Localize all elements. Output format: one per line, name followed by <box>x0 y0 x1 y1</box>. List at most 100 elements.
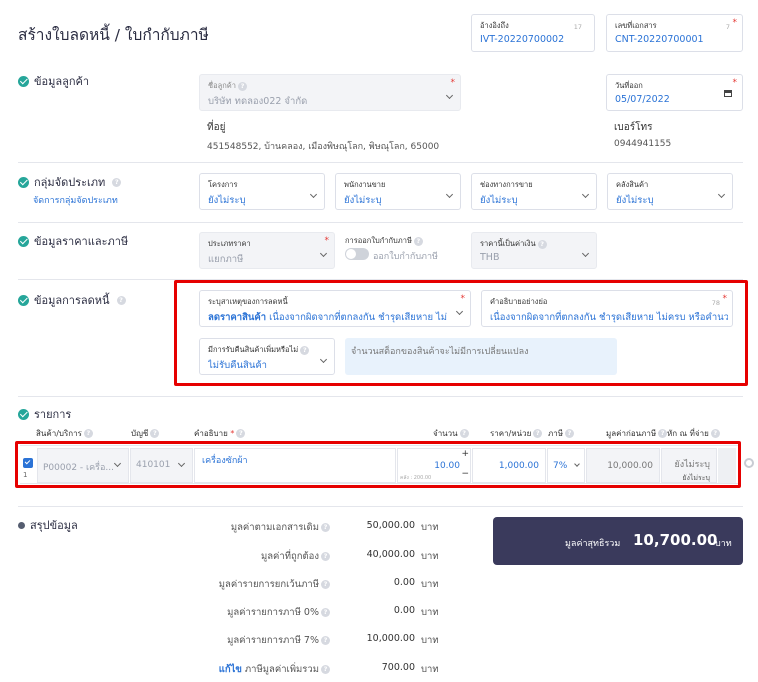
salesperson-select[interactable]: พนักงานขาย ยังไม่ระบุ <box>335 173 461 210</box>
summary-exempt-text: มูลค่ารายการยกเว้นภาษี <box>218 579 319 590</box>
help-icon: ? <box>83 429 93 438</box>
manage-group-link[interactable]: จัดการกลุ่มจัดประเภท <box>33 193 118 207</box>
credit-reason-label: ระบุสาเหตุของการลดหนี้ <box>208 297 288 306</box>
summary-vat-value: 700.00 <box>381 662 415 673</box>
col-qty-label: จำนวน <box>433 429 458 438</box>
stock-remaining: คลัง : 200.00 <box>400 475 432 481</box>
sales-channel-select[interactable]: ช่องทางการขาย ยังไม่ระบุ <box>471 173 597 210</box>
withholding-select[interactable]: ยังไม่ระบุ ยังไม่ระบุ <box>661 448 717 483</box>
summary-exempt-value: 0.00 <box>393 577 415 588</box>
warehouse-select[interactable]: คลังสินค้า ยังไม่ระบุ <box>607 173 733 210</box>
chevron-down-icon <box>319 249 328 258</box>
account-value: 410101 <box>136 460 171 470</box>
summary-correct-text: มูลค่าที่ถูกต้อง <box>260 551 319 562</box>
product-select[interactable]: P00002 - เครื่อ... <box>37 448 129 483</box>
chevron-down-icon <box>445 190 454 199</box>
warehouse-value: ยังไม่ระบุ <box>616 195 654 206</box>
chevron-down-icon <box>445 91 454 100</box>
summary-seven-tax-unit: บาท <box>421 635 439 646</box>
return-goods-select[interactable]: มีการรับคืนสินค้าเพิ่มหรือไม่? ไม่รับคืน… <box>199 338 335 375</box>
chevron-down-icon <box>319 355 328 364</box>
currency-select[interactable]: ราคานี้เป็นค่าเงิน? THB <box>471 232 597 269</box>
group-section-title: กลุ่มจัดประเภท ? <box>18 173 122 191</box>
help-icon: ? <box>321 552 330 561</box>
product-value: P00002 - เครื่อ... <box>43 463 114 473</box>
col-tax: ภาษี? <box>548 427 575 440</box>
items-section-title: รายการ <box>18 405 71 423</box>
reference-field[interactable]: อ้างอิงถึง 17 IVT-20220700002 <box>471 14 595 52</box>
credit-section-title: ข้อมูลการลดหนี้ ? <box>18 291 126 309</box>
help-icon: ? <box>413 236 423 246</box>
chevron-down-icon <box>113 459 122 468</box>
return-goods-label-text: มีการรับคืนสินค้าเพิ่มหรือไม่ <box>208 345 299 354</box>
net-total-label: มูลค่าสุทธิรวม <box>565 539 621 549</box>
customer-section-label: ข้อมูลลูกค้า <box>34 75 90 88</box>
settings-icon[interactable] <box>744 458 754 468</box>
tax-invoice-toggle-label: ออกใบกำกับภาษี <box>373 252 438 262</box>
help-icon: ? <box>321 608 330 617</box>
summary-seven-tax-value: 10,000.00 <box>366 633 415 644</box>
summary-section-label: สรุปข้อมูล <box>30 519 78 532</box>
row-actions[interactable] <box>718 448 736 483</box>
unit-price-input[interactable]: 1,000.00 <box>472 448 546 483</box>
decrement-icon[interactable]: − <box>461 469 469 479</box>
tax-invoice-toggle[interactable] <box>345 248 369 260</box>
summary-section-title: สรุปข้อมูล <box>18 516 78 534</box>
price-type-label: ประเภทราคา <box>208 238 251 250</box>
credit-reason-bold: ลดราคาสินค้า <box>208 312 267 323</box>
help-icon: ? <box>116 295 126 305</box>
reference-value: IVT-20220700002 <box>480 34 565 45</box>
customer-name-label: ชื่อลูกค้า? <box>208 80 247 92</box>
credit-reason-text: เนื่องจากผิดจากที่ตกลงกัน ชำรุดเสียหาย ไ… <box>269 312 448 323</box>
summary-vat-label: แก้ไข ภาษีมูลค่าเพิ่มรวม? <box>219 662 330 677</box>
price-type-select[interactable]: ประเภทราคา * แยกภาษี <box>199 232 335 269</box>
col-pre-tax: มูลค่าก่อนภาษี? <box>606 427 668 440</box>
group-section-label: กลุ่มจัดประเภท <box>34 176 106 189</box>
document-number-value: CNT-20220700001 <box>615 34 704 45</box>
help-icon: ? <box>658 429 668 438</box>
increment-icon[interactable]: + <box>461 449 469 459</box>
quantity-stepper[interactable]: 10.00 คลัง : 200.00 + − <box>397 448 471 483</box>
divider <box>18 162 743 163</box>
issue-date-field[interactable]: วันที่ออก * 05/07/2022 <box>606 74 743 111</box>
customer-name-value: บริษัท ทดลอง022 จำกัด <box>208 96 308 107</box>
project-select[interactable]: โครงการ ยังไม่ระบุ <box>199 173 325 210</box>
toggle-knob <box>346 249 356 259</box>
row-index: 1 <box>23 471 28 479</box>
credit-section-label: ข้อมูลการลดหนี้ <box>34 294 110 307</box>
col-product-label: สินค้า/บริการ <box>36 429 82 438</box>
phone-value: 0944941155 <box>614 139 672 149</box>
document-number-field[interactable]: เลขที่เอกสาร * 7 CNT-20220700001 <box>606 14 743 52</box>
row-checkbox[interactable] <box>23 458 33 468</box>
help-icon: ? <box>321 523 330 532</box>
edit-vat-link[interactable]: แก้ไข <box>219 664 242 675</box>
short-description-counter: 78 <box>711 299 720 307</box>
col-account: บัญชี? <box>131 427 160 440</box>
col-description: คำอธิบาย *? <box>194 427 246 440</box>
reference-counter: 17 <box>573 23 582 31</box>
net-total-unit: บาท <box>715 539 732 549</box>
check-circle-icon <box>18 75 29 87</box>
price-section-label: ข้อมูลราคาและภาษี <box>34 235 129 248</box>
net-total-panel: มูลค่าสุทธิรวม 10,700.00 บาท <box>493 517 743 565</box>
sales-channel-label: ช่องทางการขาย <box>480 180 533 189</box>
short-description-field[interactable]: คำอธิบายอย่างย่อ 78 * เนื่องจากผิดจากที่… <box>481 290 733 327</box>
check-circle-icon <box>18 235 29 247</box>
calendar-icon[interactable] <box>724 90 732 97</box>
required-mark: * <box>732 18 738 28</box>
account-select[interactable]: 410101 <box>130 448 193 483</box>
summary-correct-value: 40,000.00 <box>366 549 415 560</box>
summary-zero-tax-value: 0.00 <box>393 605 415 616</box>
help-icon: ? <box>537 239 547 249</box>
checkmark-icon <box>24 458 31 465</box>
col-description-label: คำอธิบาย <box>194 429 228 438</box>
credit-reason-select[interactable]: ระบุสาเหตุของการลดหนี้ * ลดราคาสินค้า เน… <box>199 290 471 327</box>
col-pre-tax-label: มูลค่าก่อนภาษี <box>606 429 657 438</box>
tax-value: 7% <box>553 461 568 471</box>
customer-name-select[interactable]: ชื่อลูกค้า? * บริษัท ทดลอง022 จำกัด <box>199 74 461 111</box>
required-mark: * <box>230 429 235 438</box>
bullet-icon <box>18 521 25 529</box>
salesperson-label: พนักงานขาย <box>344 180 386 189</box>
description-input[interactable]: เครื่องซักผ้า <box>194 448 396 483</box>
tax-select[interactable]: 7% <box>547 448 585 483</box>
